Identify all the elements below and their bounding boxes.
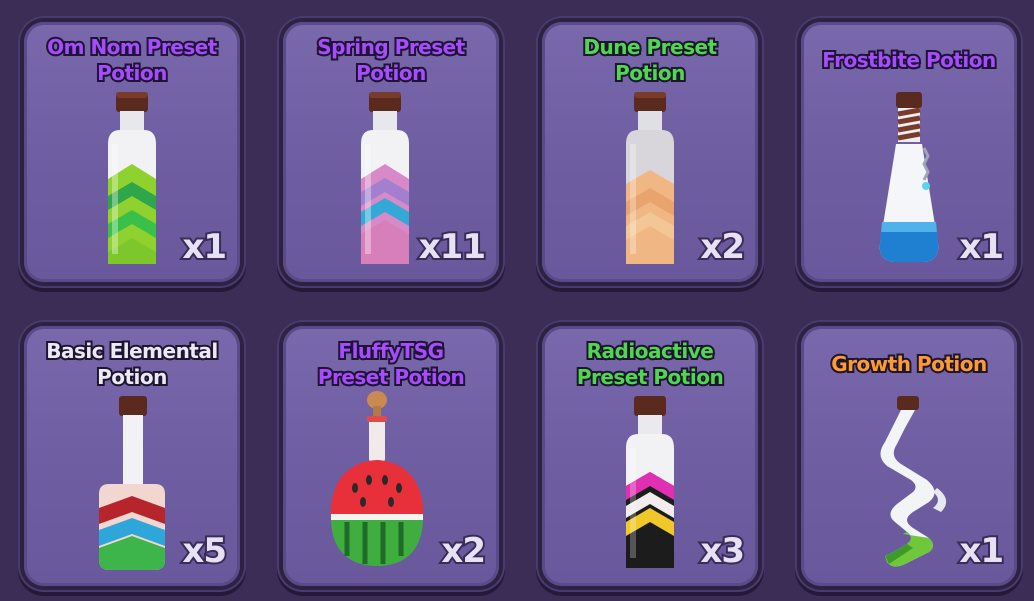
card-panel: Basic Elemental Potion x5 — [24, 326, 240, 586]
potion-title: Radioactive Preset Potion — [550, 337, 750, 391]
potion-card-dune[interactable]: Dune Preset Potion x2 — [536, 16, 764, 288]
basic-elemental-potion-icon — [99, 396, 165, 570]
radioactive-potion-icon — [626, 396, 674, 568]
potion-title-line1: Spring Preset — [315, 33, 467, 61]
potion-title-line1: FluffyTSG — [336, 337, 446, 365]
potion-title-line2: Potion — [95, 59, 169, 87]
potion-count: x5 — [180, 531, 229, 571]
frostbite-potion-icon — [879, 92, 939, 262]
card-panel: Frostbite Potion x1 — [801, 22, 1017, 282]
potion-card-radioactive[interactable]: Radioactive Preset Potion x3 — [536, 320, 764, 592]
potion-title: Spring Preset Potion — [291, 33, 491, 87]
potion-count: x1 — [957, 531, 1006, 571]
growth-potion-icon — [880, 396, 947, 567]
potion-title-line1: Frostbite Potion — [820, 46, 998, 74]
card-panel: Spring Preset Potion x11 — [283, 22, 499, 282]
potion-title: Basic Elemental Potion — [32, 337, 232, 391]
potion-count: x3 — [698, 531, 747, 571]
potion-card-spring[interactable]: Spring Preset Potion x11 — [277, 16, 505, 288]
potion-title-line2: Potion — [613, 59, 687, 87]
potion-title-line2: Potion — [95, 363, 169, 391]
potion-title: Growth Potion — [809, 350, 1009, 378]
potion-title-line2: Preset Potion — [316, 363, 467, 391]
potion-card-frostbite[interactable]: Frostbite Potion x1 — [795, 16, 1023, 288]
potion-title: FluffyTSG Preset Potion — [291, 337, 491, 391]
potion-count: x2 — [698, 227, 747, 267]
potion-title-line1: Growth Potion — [829, 350, 989, 378]
dune-potion-icon — [626, 92, 674, 264]
potion-inventory-grid: Om Nom Preset Potion x1 Spring Preset Po… — [0, 0, 1034, 601]
potion-title-line1: Dune Preset — [581, 33, 719, 61]
card-panel: Dune Preset Potion x2 — [542, 22, 758, 282]
potion-card-basic-elemental[interactable]: Basic Elemental Potion x5 — [18, 320, 246, 592]
potion-card-growth[interactable]: Growth Potion x1 — [795, 320, 1023, 592]
potion-count: x1 — [957, 227, 1006, 267]
potion-count: x2 — [439, 531, 488, 571]
potion-count: x11 — [417, 227, 488, 267]
spring-potion-icon — [361, 92, 409, 264]
potion-title-line1: Basic Elemental — [44, 337, 220, 365]
potion-card-fluffytsg[interactable]: FluffyTSG Preset Potion x2 — [277, 320, 505, 592]
potion-title-line1: Radioactive — [585, 337, 716, 365]
card-panel: FluffyTSG Preset Potion x2 — [283, 326, 499, 586]
potion-title-line2: Potion — [354, 59, 428, 87]
card-panel: Om Nom Preset Potion x1 — [24, 22, 240, 282]
watermelon-potion-icon — [330, 391, 424, 566]
potion-title: Om Nom Preset Potion — [32, 33, 232, 87]
om-nom-potion-icon — [108, 92, 156, 264]
potion-card-om-nom[interactable]: Om Nom Preset Potion x1 — [18, 16, 246, 288]
potion-title-line1: Om Nom Preset — [45, 33, 219, 61]
potion-title: Frostbite Potion — [809, 46, 1009, 74]
potion-title: Dune Preset Potion — [550, 33, 750, 87]
card-panel: Growth Potion x1 — [801, 326, 1017, 586]
potion-title-line2: Preset Potion — [575, 363, 726, 391]
potion-count: x1 — [180, 227, 229, 267]
card-panel: Radioactive Preset Potion x3 — [542, 326, 758, 586]
